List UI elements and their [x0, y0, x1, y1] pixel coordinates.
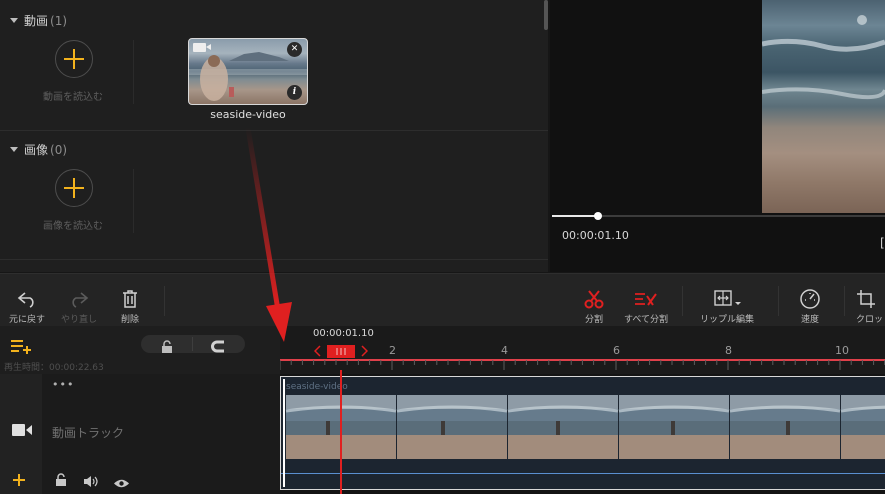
- timeline-clip-label: seaside-video: [286, 382, 348, 392]
- preview-progress-handle[interactable]: [594, 212, 602, 220]
- video-track-label: 動画トラック: [52, 426, 125, 440]
- crop-button[interactable]: クロッ: [856, 286, 885, 325]
- toolbar-divider: [164, 286, 165, 316]
- edit-toolbar: 元に戻す やり直し 削除 分割 すべて分割 リップル編集 速度 クロッ: [0, 273, 885, 326]
- toolbar-divider: [682, 286, 683, 316]
- info-icon[interactable]: i: [287, 85, 302, 100]
- filmstrip-frame: [729, 395, 841, 459]
- drag-hint-arrow-icon: [245, 127, 292, 342]
- filmstrip-frame: [507, 395, 619, 459]
- preview-panel: 00:00:01.10 [: [550, 0, 885, 272]
- filmstrip-frame: [396, 395, 508, 459]
- video-section-header[interactable]: 動画 (1): [10, 12, 67, 29]
- visibility-eye-icon[interactable]: [113, 474, 130, 493]
- import-image-button[interactable]: [55, 169, 93, 207]
- undo-icon: [17, 292, 34, 308]
- speedometer-icon: [800, 289, 820, 309]
- unlock-icon[interactable]: [161, 338, 173, 357]
- import-image-label: 画像を読込む: [43, 221, 103, 232]
- trash-icon: [123, 290, 137, 308]
- video-clip-thumbnail[interactable]: ✕ i: [188, 38, 308, 105]
- image-section-header[interactable]: 画像 (0): [10, 141, 67, 158]
- split-all-label: すべて分割: [623, 315, 668, 325]
- ripple-edit-label: リップル編集: [699, 315, 754, 325]
- library-scrollbar[interactable]: [544, 0, 548, 30]
- filmstrip-frame: [618, 395, 730, 459]
- ripple-edit-icon: [714, 290, 741, 306]
- image-section-count: (0): [50, 143, 68, 157]
- duration-label: 再生時間：: [4, 363, 50, 373]
- remove-clip-icon[interactable]: ✕: [287, 42, 302, 57]
- preview-timecode: 00:00:01.10: [562, 229, 629, 242]
- playhead-timecode: 00:00:01.10: [313, 328, 374, 339]
- volume-icon[interactable]: [83, 473, 99, 492]
- wave-scene: [762, 15, 885, 100]
- playhead-line[interactable]: [340, 370, 342, 494]
- clip-trim-handle[interactable]: [283, 379, 285, 487]
- preview-progress-fill: [552, 215, 598, 217]
- redo-icon: [72, 292, 89, 308]
- split-button[interactable]: 分割: [576, 286, 612, 325]
- track-header-panel: 再生時間：00:00:22.63 ••• 動画トラック: [0, 326, 280, 494]
- preview-edge-glyph: [: [880, 236, 885, 250]
- track-lock-icon[interactable]: [55, 472, 67, 491]
- undo-label: 元に戻す: [8, 315, 45, 325]
- ruler-tick-label: 8: [725, 344, 732, 357]
- import-video-label: 動画を読込む: [43, 92, 103, 103]
- import-video-button[interactable]: [55, 40, 93, 78]
- ruler-tick-label: 4: [501, 344, 508, 357]
- video-camera-icon: [11, 422, 33, 442]
- ruler-tick-label: 2: [389, 344, 396, 357]
- speed-label: 速度: [800, 315, 819, 325]
- add-icon[interactable]: [12, 472, 26, 491]
- ruler-tick-label: 6: [613, 344, 620, 357]
- preview-video-frame: [762, 0, 885, 213]
- undo-button[interactable]: 元に戻す: [6, 286, 48, 325]
- timeline-tracks-area: seaside-video: [280, 370, 885, 494]
- delete-button[interactable]: 削除: [112, 286, 148, 325]
- delete-label: 削除: [120, 315, 139, 325]
- divider: [133, 40, 134, 104]
- toolbar-divider: [778, 286, 779, 316]
- redo-label: やり直し: [60, 315, 97, 325]
- lock-magnet-toggle: [141, 335, 245, 353]
- divider: [133, 169, 134, 233]
- video-track-header: ••• 動画トラック: [0, 374, 280, 494]
- split-all-button[interactable]: すべて分割: [618, 286, 674, 325]
- filmstrip-frame: [840, 395, 885, 459]
- crop-label: クロッ: [856, 315, 884, 325]
- split-label: 分割: [584, 315, 603, 325]
- duration-display: 再生時間：00:00:22.63: [4, 360, 104, 373]
- audio-line: [281, 473, 885, 474]
- collapse-triangle-icon: [10, 147, 18, 152]
- timeline-ruler[interactable]: 00:00:01.10 2 4 6 8 10: [280, 326, 885, 374]
- track-more-menu[interactable]: •••: [52, 378, 74, 391]
- clip-filmstrip: [285, 395, 885, 459]
- image-section-title: 画像: [24, 143, 49, 157]
- split-all-icon: [635, 293, 657, 306]
- duration-value: 00:00:22.63: [49, 363, 104, 373]
- redo-button[interactable]: やり直し: [56, 286, 102, 325]
- magnet-icon[interactable]: [211, 338, 225, 357]
- toolbar-divider: [844, 286, 845, 316]
- scissors-icon: [584, 290, 604, 309]
- ruler-tick-label: 10: [835, 344, 849, 357]
- ripple-edit-button[interactable]: リップル編集: [694, 286, 760, 325]
- video-clip-on-timeline[interactable]: seaside-video: [280, 376, 885, 490]
- collapse-triangle-icon: [10, 18, 18, 23]
- ruler-ticks: [280, 360, 885, 370]
- video-section-title: 動画: [24, 14, 49, 28]
- video-section-count: (1): [50, 14, 68, 28]
- add-track-icon[interactable]: [10, 338, 32, 358]
- crop-icon: [857, 290, 875, 308]
- video-camera-icon: [193, 43, 211, 52]
- speed-button[interactable]: 速度: [792, 286, 828, 325]
